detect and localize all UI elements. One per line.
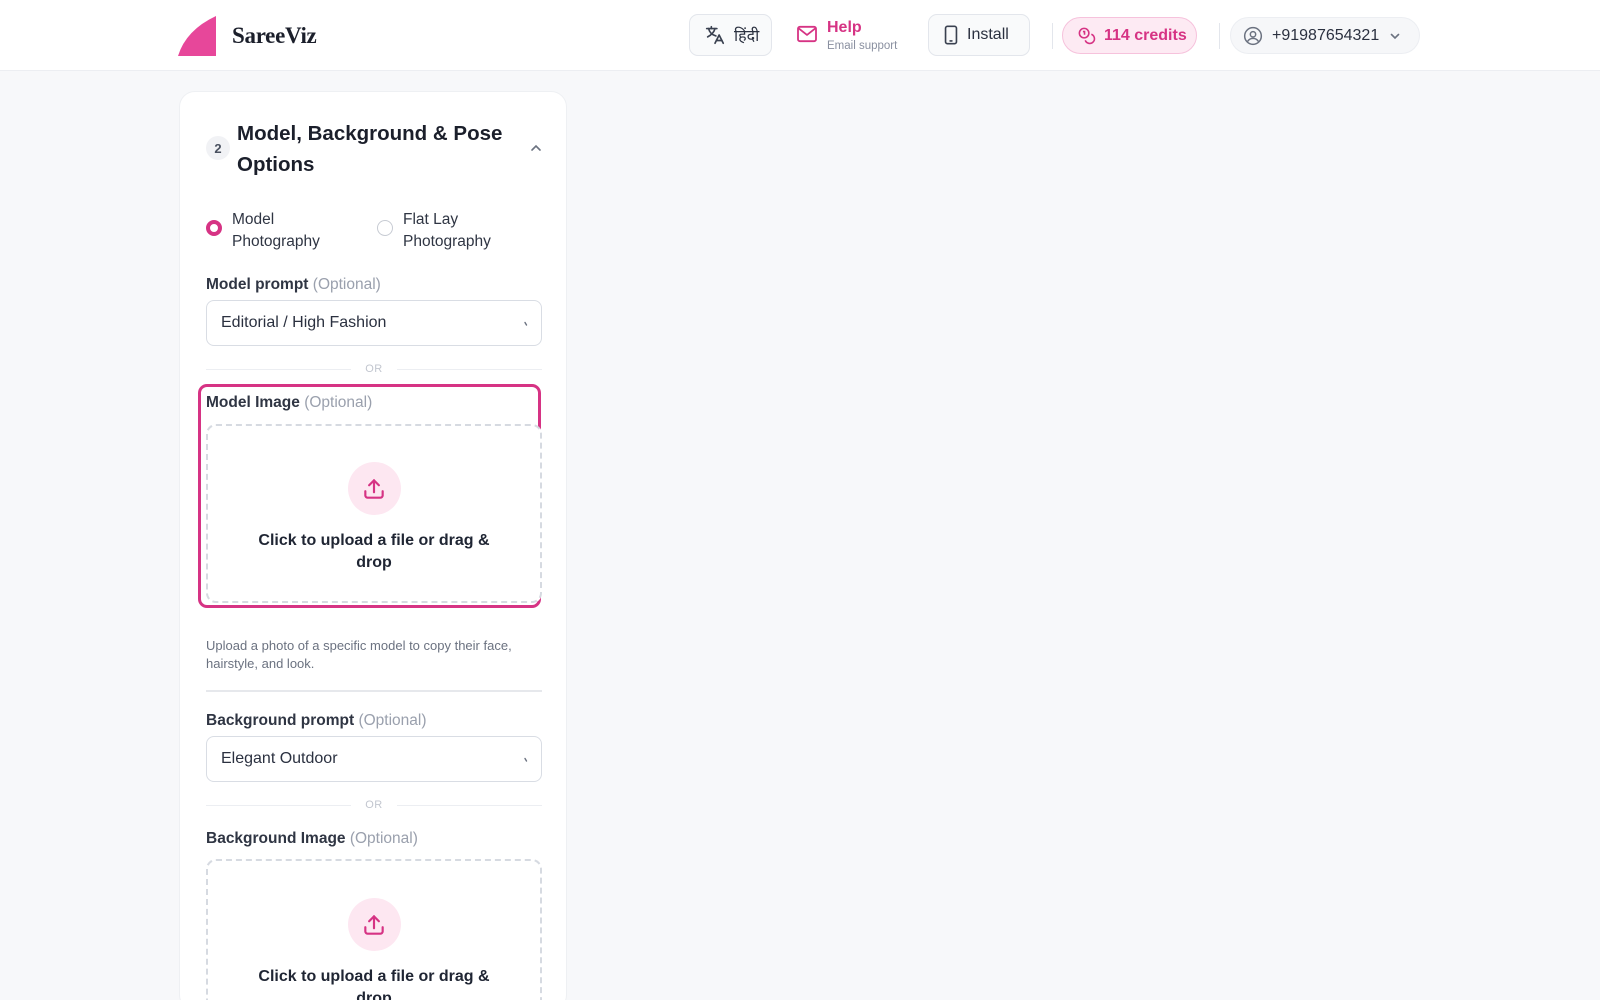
background-image-label: Background Image (Optional) [206, 830, 418, 848]
top-header: SareeViz हिंदी Help Email support Instal… [0, 0, 1600, 71]
phone-icon [944, 25, 958, 45]
language-label: हिंदी [734, 28, 760, 45]
radio-label: Model Photography [232, 211, 320, 250]
install-label: Install [967, 26, 1009, 43]
or-divider: OR [206, 362, 542, 376]
model-image-helper-text: Upload a photo of a specific model to co… [206, 638, 512, 671]
chevron-down-icon [1390, 33, 1400, 39]
chevron-down-icon [524, 757, 528, 762]
upload-instruction: Click to upload a file or drag & drop [258, 968, 490, 1000]
radio-flat-lay-photography[interactable]: Flat Lay Photography [377, 209, 513, 253]
section-divider [206, 690, 542, 692]
divider-line [206, 368, 352, 370]
divider-line [396, 368, 542, 370]
brand-logo-icon [178, 16, 216, 56]
radio-model-photography[interactable]: Model Photography [206, 209, 342, 253]
mail-icon [797, 25, 817, 43]
optional-text: (Optional) [312, 276, 381, 293]
or-text: OR [365, 363, 383, 375]
help-link[interactable]: Help Email support [796, 18, 897, 58]
credits-badge[interactable]: 114 credits [1062, 17, 1197, 54]
model-image-label: Model Image (Optional) [206, 394, 372, 412]
label-text: Model prompt [206, 276, 309, 293]
radio-selected-indicator[interactable] [206, 220, 222, 236]
radio-unselected-indicator[interactable] [377, 220, 393, 236]
brand-name: SareeViz [232, 23, 317, 48]
radio-label: Flat Lay Photography [403, 211, 491, 250]
background-image-upload-dropzone[interactable]: Click to upload a file or drag & drop [206, 859, 542, 1000]
chevron-up-icon[interactable] [526, 138, 546, 158]
optional-text: (Optional) [358, 712, 427, 729]
user-phone: +91987654321 [1272, 26, 1380, 44]
options-card: 2 Model, Background & Pose Options Model… [179, 91, 567, 1000]
chevron-down-icon [524, 321, 528, 326]
header-divider [1052, 23, 1053, 49]
translate-icon [705, 25, 725, 45]
divider-line [206, 804, 352, 806]
credits-label: 114 credits [1104, 26, 1187, 44]
language-toggle-button[interactable]: हिंदी [689, 14, 772, 56]
model-image-upload-dropzone[interactable]: Click to upload a file or drag & drop [206, 424, 542, 603]
help-subtitle: Email support [827, 40, 898, 52]
upload-icon [347, 898, 401, 951]
install-button[interactable]: Install [928, 14, 1030, 56]
model-prompt-value: Editorial / High Fashion [221, 314, 387, 331]
model-prompt-select[interactable]: Editorial / High Fashion [206, 300, 542, 346]
section-title: Model, Background & Pose Options [237, 122, 503, 176]
background-prompt-value: Elegant Outdoor [221, 750, 338, 767]
background-prompt-select[interactable]: Elegant Outdoor [206, 736, 542, 782]
step-badge: 2 [206, 136, 230, 160]
label-text: Background prompt [206, 712, 355, 729]
label-text: Background Image [206, 830, 346, 847]
user-menu-button[interactable]: +91987654321 [1230, 17, 1420, 54]
upload-icon [347, 462, 401, 515]
optional-text: (Optional) [304, 394, 373, 411]
label-text: Model Image [206, 394, 300, 411]
model-prompt-label: Model prompt (Optional) [206, 276, 381, 294]
or-text: OR [365, 799, 383, 811]
optional-text: (Optional) [349, 830, 418, 847]
brand[interactable]: SareeViz [178, 16, 317, 56]
divider-line [396, 804, 542, 806]
user-circle-icon [1243, 26, 1263, 45]
help-title: Help [827, 19, 862, 36]
or-divider: OR [206, 798, 542, 812]
upload-instruction: Click to upload a file or drag & drop [258, 532, 490, 571]
background-prompt-label: Background prompt (Optional) [206, 712, 427, 730]
coins-icon [1078, 27, 1096, 45]
header-divider [1219, 23, 1220, 49]
